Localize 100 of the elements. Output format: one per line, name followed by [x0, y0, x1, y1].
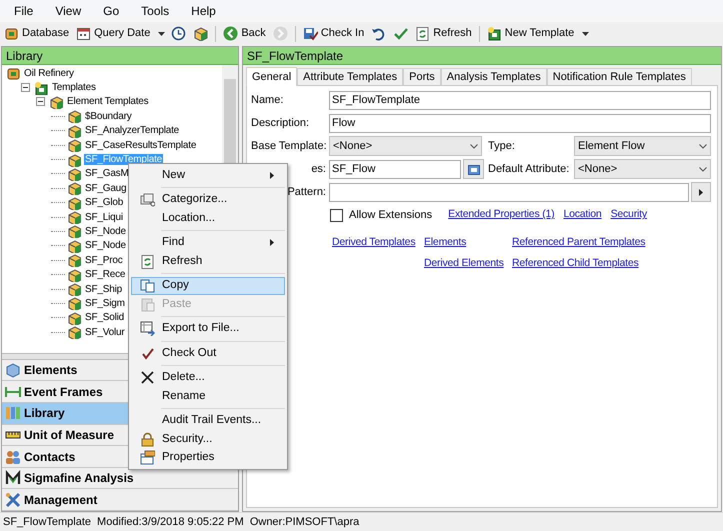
m-logo-icon: [5, 470, 21, 486]
expander-icon[interactable]: [36, 97, 45, 106]
template-icon: [67, 166, 81, 181]
menu-item[interactable]: Check Out: [131, 344, 285, 362]
menu-item[interactable]: File: [14, 2, 34, 20]
template-icon: [67, 181, 81, 196]
tools-icon: [5, 492, 21, 508]
tree-item[interactable]: SF_Glob: [84, 197, 124, 208]
menu-item[interactable]: View: [55, 2, 82, 20]
clock-icon: [171, 26, 186, 41]
template-icon: [67, 310, 81, 325]
tree-item[interactable]: Templates: [51, 82, 97, 94]
tab[interactable]: Analysis Templates: [440, 68, 547, 85]
template-icon: [67, 325, 81, 340]
people-icon: [5, 448, 21, 465]
input-field[interactable]: [329, 182, 689, 202]
template-icon: [67, 224, 81, 238]
menu-item[interactable]: Tools: [141, 2, 170, 20]
expand-button[interactable]: [691, 182, 711, 202]
link[interactable]: Security: [610, 207, 647, 223]
field-label: Default Attribute:: [488, 162, 570, 177]
menu-item[interactable]: Categorize...: [131, 190, 285, 209]
close-icon: [140, 370, 154, 386]
properties-icon: [140, 450, 154, 466]
tree-item[interactable]: SF_Proc: [84, 254, 124, 266]
menu-item[interactable]: Go: [103, 2, 120, 20]
link[interactable]: Derived Templates: [332, 236, 416, 248]
tab[interactable]: Notification Rule Templates: [546, 68, 692, 85]
tree-item[interactable]: SF_Gaug: [84, 182, 128, 194]
refresh-icon: [415, 26, 430, 41]
browse-button[interactable]: [463, 159, 484, 179]
tab[interactable]: Ports: [403, 68, 441, 85]
tree-item[interactable]: SF_Node: [84, 240, 127, 252]
tree-item[interactable]: SF_Rece: [84, 269, 126, 280]
tab[interactable]: General: [246, 67, 298, 86]
cube-icon: [5, 362, 21, 378]
books-icon: [5, 405, 21, 422]
cube-icon: [193, 26, 208, 41]
template-icon: [67, 124, 81, 138]
navigation-button[interactable]: Management: [2, 489, 238, 511]
chevron-down-icon: [470, 144, 478, 148]
copy-icon: [140, 278, 154, 294]
check-in-icon: [302, 26, 318, 41]
tree-item[interactable]: SF_CaseResultsTemplate: [84, 140, 198, 151]
toolbar-button[interactable]: New Template: [486, 24, 576, 44]
checkbox-label: Allow Extensions: [349, 208, 432, 223]
toolbar-button[interactable]: Check In: [302, 24, 366, 44]
field-label: Description:: [251, 116, 310, 131]
folders-icon: [140, 192, 154, 208]
menu-item[interactable]: Copy: [131, 276, 285, 295]
toolbar-button[interactable]: Refresh: [414, 24, 473, 44]
tree-item[interactable]: SF_Sigm: [84, 298, 126, 309]
tree-item[interactable]: SF_GasM: [84, 168, 130, 180]
link[interactable]: Elements: [424, 236, 466, 248]
menu-item[interactable]: Find: [131, 234, 285, 252]
template-icon: [67, 296, 81, 310]
input-field[interactable]: SF_Flow: [329, 160, 461, 178]
template-icon: [67, 109, 81, 124]
toolbar-button[interactable]: Database: [3, 24, 70, 44]
link[interactable]: Referenced Child Templates: [512, 256, 639, 269]
tree-item[interactable]: SF_Solid: [84, 312, 125, 324]
tree-item[interactable]: Element Templates: [66, 96, 150, 108]
menu-item[interactable]: New: [131, 166, 285, 184]
dropdown[interactable]: <None>: [329, 136, 482, 156]
field-label: Base Template:: [251, 138, 327, 154]
toolbar-button[interactable]: Query Date: [75, 24, 152, 44]
input-field[interactable]: Flow: [329, 114, 711, 132]
panel-header: SF_FlowTemplate: [243, 47, 721, 65]
menu-item[interactable]: Export to File...: [131, 320, 285, 338]
link[interactable]: Extended Properties (1): [448, 207, 554, 223]
tree-item[interactable]: SF_Liqui: [84, 212, 124, 223]
checkbox[interactable]: [330, 208, 343, 222]
template-icon: [67, 138, 81, 152]
toolbar-button[interactable]: Back: [222, 24, 267, 44]
tree-item[interactable]: $Boundary: [84, 110, 133, 122]
menu-item[interactable]: Location...: [131, 209, 285, 228]
tab[interactable]: Attribute Templates: [297, 68, 404, 85]
tree-item[interactable]: SF_AnalyzerTemplate: [84, 125, 180, 136]
dropdown[interactable]: <None>: [574, 159, 711, 179]
link[interactable]: Location: [563, 207, 602, 223]
menu-item[interactable]: Refresh: [131, 252, 285, 270]
tree-item[interactable]: SF_Volur: [84, 326, 126, 338]
refresh-icon: [140, 254, 154, 269]
paste-icon: [140, 296, 154, 312]
dropdown[interactable]: Element Flow: [574, 136, 711, 156]
menu-item[interactable]: Help: [191, 2, 216, 20]
input-field[interactable]: SF_FlowTemplate: [329, 90, 711, 110]
tree-item[interactable]: SF_Ship: [84, 284, 123, 295]
expander-icon[interactable]: [21, 83, 30, 92]
template-icon: [67, 238, 81, 253]
template-icon: [67, 268, 81, 282]
export-icon: [140, 321, 154, 336]
tree-item[interactable]: SF_Node: [84, 226, 127, 237]
tree-item[interactable]: Oil Refinery: [23, 68, 75, 79]
field-label: Type:: [488, 138, 515, 154]
navigation-button[interactable]: Sigmafine Analysis: [2, 468, 238, 490]
template-icon: [67, 282, 81, 296]
link[interactable]: Derived Elements: [424, 256, 504, 269]
template-icon: [67, 196, 81, 210]
link[interactable]: Referenced Parent Templates: [512, 236, 646, 248]
